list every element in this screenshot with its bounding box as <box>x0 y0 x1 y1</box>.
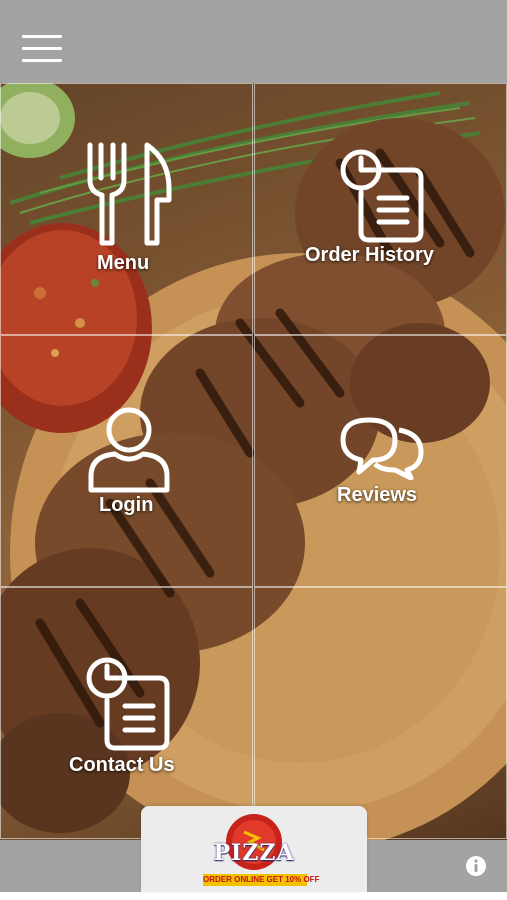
clock-document-icon <box>86 657 170 751</box>
tile-menu-label: Menu <box>97 252 150 274</box>
top-bar <box>0 0 507 83</box>
tile-login-label: Login <box>99 494 154 516</box>
bottom-edge <box>0 892 507 900</box>
tile-menu[interactable]: Menu <box>0 83 253 335</box>
tile-reviews[interactable]: Reviews <box>254 335 507 587</box>
tile-order-history[interactable]: Order History <box>254 83 507 335</box>
tile-order-history-label: Order History <box>305 244 434 266</box>
tile-login[interactable]: Login <box>0 335 253 587</box>
clock-document-icon <box>340 149 424 243</box>
banner-promo: ORDER ONLINE GET 10% OFF <box>203 874 320 886</box>
user-icon <box>88 407 170 493</box>
food-background-image: Menu Order History Login Reviews Contact… <box>0 83 507 840</box>
banner-brand: PIZZA <box>213 840 295 866</box>
tile-contact-us-label: Contact Us <box>69 754 175 776</box>
tile-reviews-label: Reviews <box>337 484 418 506</box>
pizza-banner-ad[interactable]: PIZZA ORDER ONLINE GET 10% OFF <box>141 806 367 892</box>
tile-contact-us[interactable]: Contact Us <box>0 587 253 839</box>
hamburger-menu-icon[interactable] <box>22 35 62 63</box>
fork-knife-icon <box>87 142 172 246</box>
info-icon[interactable] <box>465 855 487 877</box>
tile-empty <box>254 587 507 839</box>
navigation-grid: Menu Order History Login Reviews Contact… <box>0 83 507 840</box>
speech-bubbles-icon <box>340 417 424 480</box>
